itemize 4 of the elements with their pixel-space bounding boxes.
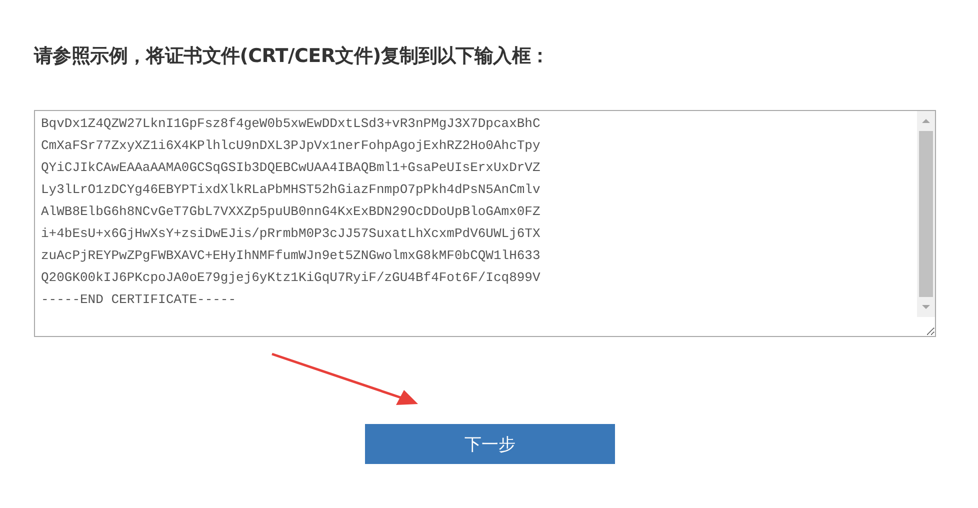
instruction-heading: 请参照示例，将证书文件(CRT/CER文件)复制到以下输入框： xyxy=(34,44,550,69)
certificate-input-field[interactable]: BqvDx1Z4QZW27LknI1GpFsz8f4geW0b5xwEwDDxtLSd3+vR3nPMgJ3X7DpcaxBhC CmXaFSr77ZxyXZ1i6X4KPlhlcU9nDXL3PJpVx1nerFohpAgojExhRZ2Ho0AhcTpy QYiCJIkCAwEAAaAAMA0GCSqGSIb3DQEBCwUAA4IBAQBml1+GsaPeUIsErxUxDrVZ Ly3lLrO1zDCYg46EBYPTixdXlkRLaPbMHST52hGiazFnmpO7pPkh4dPsN5AnCmlv AlWB8ElbG6h8NCvGeT7GbL7VXXZp5puUB0nnG4KxExBDN29OcDDoUpBloGAmx0FZ i+4bEsU+x6GjHwXsY+zsiDwEJis/pRrmbM0P3cJJ57SuxatLhXcxmPdV6UWLj6TX zuAcPjREYPwZPgFWBXAVC+EHyIhNMFfumWJn9et5ZNGwolmxG8kMF0bCQW1lH633 Q20GK00kIJ6PKcpoJA0oE79gjej6yKtz1KiGqU7RyiF/zGU4Bf4Fot6F/Icq899V -----END CERTIFICATE----- xyxy=(34,110,936,337)
scrollbar-drawing[interactable] xyxy=(917,111,935,317)
next-step-button[interactable]: 下一步 xyxy=(365,424,615,464)
